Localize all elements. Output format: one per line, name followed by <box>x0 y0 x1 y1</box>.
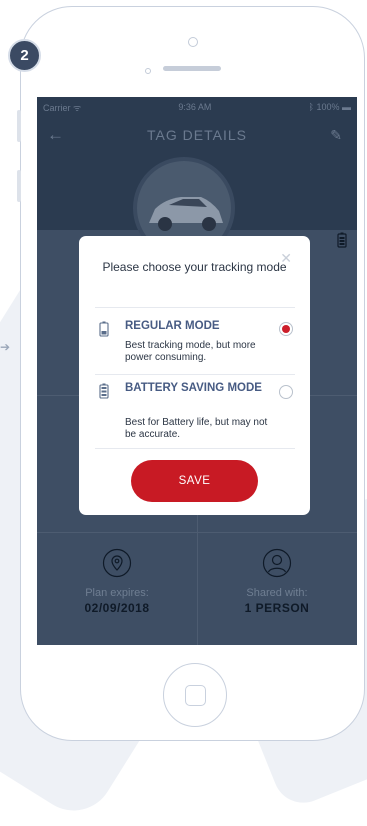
carrier-label: Carrier ᯤ <box>43 102 82 113</box>
radio-battery-saving-mode[interactable] <box>279 385 293 399</box>
option-regular-mode[interactable]: REGULAR MODE Best tracking mode, but mor… <box>95 319 295 369</box>
location-pin-icon <box>102 548 132 578</box>
battery-saving-icon <box>99 383 109 399</box>
shared-with-value: 1 PERSON <box>244 601 310 615</box>
phone-side-button <box>17 110 21 142</box>
option-title: BATTERY SAVING MODE <box>125 382 262 394</box>
save-button[interactable]: SAVE <box>131 460 258 502</box>
option-description: Best for Battery life, but may not be ac… <box>125 417 268 440</box>
status-time: 9:36 AM <box>178 102 212 112</box>
battery-status: ᛒ 100% ▬ <box>308 102 351 112</box>
home-button[interactable] <box>163 663 227 727</box>
user-icon <box>262 548 292 578</box>
nav-bar: ← TAG DETAILS ✎ <box>37 117 357 153</box>
tracking-mode-dialog: ✕ Please choose your tracking mode REGUL… <box>79 236 310 515</box>
sensor-dot <box>145 68 151 74</box>
edit-pencil-icon[interactable]: ✎ <box>330 127 343 144</box>
divider <box>95 448 295 449</box>
shared-with-card: Shared with: 1 PERSON <box>197 548 357 615</box>
divider <box>95 374 295 375</box>
page-title: TAG DETAILS <box>147 127 247 143</box>
battery-full-icon <box>99 321 109 337</box>
phone-side-button <box>17 170 21 202</box>
dialog-title: Please choose your tracking mode <box>102 260 287 274</box>
step-badge: 2 <box>8 39 41 72</box>
plan-expiry-card: Plan expires: 02/09/2018 <box>37 548 197 615</box>
divider <box>95 307 295 308</box>
back-arrow-icon[interactable]: ← <box>47 125 65 145</box>
battery-icon <box>337 232 347 248</box>
plan-expiry-value: 02/09/2018 <box>84 601 150 615</box>
option-battery-saving-mode[interactable]: BATTERY SAVING MODE Best for Battery lif… <box>95 381 295 443</box>
plan-expiry-label: Plan expires: <box>85 587 149 599</box>
camera-dot <box>188 37 198 47</box>
radio-regular-mode[interactable] <box>279 322 293 336</box>
option-title: REGULAR MODE <box>125 320 220 332</box>
arrow-right-icon: ➔ <box>0 340 11 354</box>
status-bar: Carrier ᯤ 9:36 AM ᛒ 100% ▬ <box>37 97 357 117</box>
option-description: Best tracking mode, but more power consu… <box>125 340 256 363</box>
shared-with-label: Shared with: <box>246 587 308 599</box>
speaker <box>163 66 221 71</box>
